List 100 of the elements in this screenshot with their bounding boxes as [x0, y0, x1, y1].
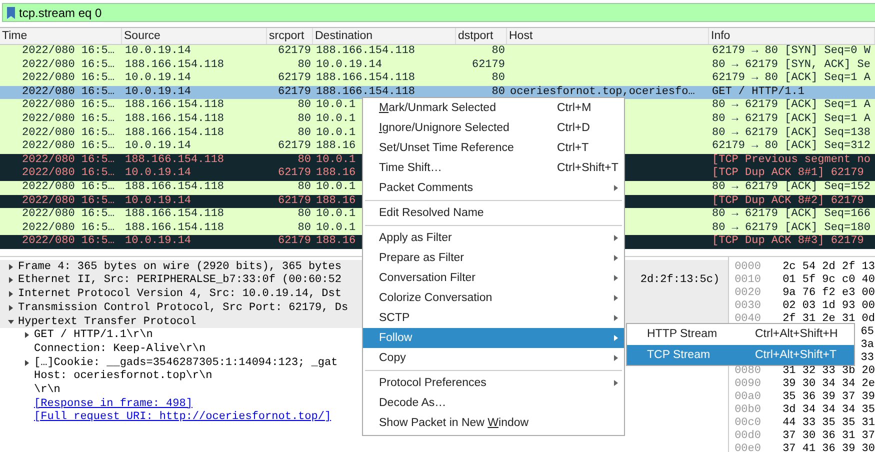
time-cell: 2022/080 16:5…	[22, 167, 114, 180]
port-cell: 62179	[278, 72, 311, 84]
time-cell: 2022/080 16:5…	[22, 140, 114, 152]
time-cell: 2022/080 16:5…	[22, 58, 114, 71]
time-cell: 2022/080 16:5…	[22, 154, 114, 166]
port-cell: 62179	[278, 167, 311, 180]
port-cell: 80	[298, 208, 311, 220]
time-cell: 2022/080 16:5…	[22, 126, 114, 139]
hex-bytes: 3d 34 34 34 35	[782, 404, 875, 417]
port-cell: 80	[298, 112, 311, 125]
time-cell: 2022/080 16:5…	[22, 112, 114, 125]
host-cell: oceriesfornot.top,oceriesfo…	[510, 86, 695, 98]
port-cell: 62179	[278, 140, 311, 152]
destination-cell: 10.0.1	[316, 99, 356, 112]
hex-offset: 00c0	[734, 416, 761, 429]
port-cell: 80	[298, 126, 311, 139]
port-cell: 62179	[278, 86, 311, 98]
hex-bytes: 02 03 1d 93 00	[782, 300, 875, 313]
port-cell: 80	[298, 58, 311, 71]
port-cell: 80	[492, 86, 505, 98]
time-cell: 2022/080 16:5…	[22, 86, 114, 98]
hex-offset: 0000	[734, 260, 761, 273]
info-cell: [TCP Dup ACK 8#1] 62179	[712, 167, 864, 180]
source-cell: 188.166.154.118	[125, 208, 224, 220]
source-cell: 188.166.154.118	[125, 180, 224, 193]
destination-cell: 10.0.1	[316, 154, 356, 166]
source-cell: 188.166.154.118	[125, 222, 224, 234]
source-cell: 10.0.19.14	[125, 235, 192, 248]
info-cell: 80 → 62179 [ACK] Seq=1 A	[712, 112, 870, 125]
detail-line: \r\n	[34, 384, 60, 396]
destination-cell: 188.166.154.118	[316, 86, 416, 98]
port-cell: 80	[492, 72, 505, 84]
hex-offset: 00a0	[734, 390, 761, 403]
time-cell: 2022/080 16:5…	[22, 222, 114, 234]
port-cell: 80	[298, 99, 311, 112]
hex-bytes: 39 30 34 34 2e	[782, 378, 875, 391]
destination-cell: 10.0.1	[316, 112, 356, 125]
hex-bytes: 2f 31 2e 31 0d	[782, 312, 875, 326]
info-cell: 80 → 62179 [ACK] Seq=138	[712, 126, 870, 139]
hex-offset: 00e0	[734, 442, 761, 452]
info-cell: 80 → 62179 [SYN, ACK] Se	[712, 58, 870, 71]
hex-offset: 0010	[734, 274, 761, 286]
destination-cell: 188.166.154.118	[316, 45, 416, 57]
hex-bytes: 9a 76 f2 e3 00	[782, 286, 875, 300]
source-cell: 10.0.19.14	[125, 167, 192, 180]
source-cell: 188.166.154.118	[125, 126, 224, 139]
source-cell: 10.0.19.14	[125, 72, 192, 84]
time-cell: 2022/080 16:5…	[22, 235, 114, 248]
hex-offset: 0090	[734, 378, 761, 390]
port-cell: 62179	[278, 235, 311, 248]
hex-bytes: 65	[860, 326, 875, 339]
destination-cell: 188.16	[316, 140, 356, 152]
time-cell: 2022/080 16:5…	[22, 72, 114, 84]
info-cell: 62179 → 80 [ACK] Seq=312	[712, 140, 870, 152]
hex-offset: 0080	[734, 364, 761, 377]
info-cell: GET / HTTP/1.1	[712, 86, 804, 98]
destination-cell: 10.0.1	[316, 126, 356, 139]
source-cell: 188.166.154.118	[125, 99, 224, 112]
info-cell: 80 → 62179 [ACK] Seq=1 A	[712, 99, 870, 112]
detail-line: GET / HTTP/1.1\r\n	[34, 329, 153, 342]
info-cell: [TCP Previous segment no	[712, 154, 870, 166]
hex-bytes: 37 41 36 39 30	[782, 442, 875, 452]
info-cell: 80 → 62179 [ACK] Seq=180	[712, 222, 870, 234]
destination-cell: 188.16	[316, 235, 356, 248]
source-cell: 188.166.154.118	[125, 154, 224, 166]
hex-bytes: 3a	[860, 338, 875, 352]
info-cell: 80 → 62179 [ACK] Seq=152	[712, 180, 870, 193]
destination-cell: 188.16	[316, 167, 356, 180]
info-cell: 62179 → 80 [ACK] Seq=1 A	[712, 72, 870, 84]
info-cell: [TCP Dup ACK 8#3] 62179	[712, 235, 864, 248]
time-cell: 2022/080 16:5…	[22, 208, 114, 220]
info-cell: [TCP Dup ACK 8#2] 62179	[712, 194, 864, 207]
port-cell: 62179	[278, 194, 311, 207]
source-cell: 10.0.19.14	[125, 194, 192, 207]
hex-offset: 00d0	[734, 430, 761, 442]
source-cell: 10.0.19.14	[125, 45, 192, 57]
hex-bytes: 2c 54 2d 2f 13	[782, 260, 875, 274]
hex-offset: 0040	[734, 312, 761, 325]
hex-offset: 00b0	[734, 404, 761, 416]
detail-line: 2d:2f:13:5c)	[640, 274, 721, 286]
time-cell: 2022/080 16:5…	[22, 180, 114, 193]
info-cell: 80 → 62179 [ACK] Seq=166	[712, 208, 870, 220]
hex-bytes: 35 36 39 37 39	[782, 390, 875, 404]
port-cell: 80	[298, 222, 311, 234]
destination-cell: 10.0.1	[316, 208, 356, 220]
hex-bytes: 37 30 36 31 37	[782, 430, 875, 443]
detail-line: […]Cookie: __gads=3546287305:1:14094:123; _gat	[34, 356, 338, 369]
source-cell: 10.0.19.14	[125, 140, 192, 152]
time-cell: 2022/080 16:5…	[22, 99, 114, 112]
destination-cell: 10.0.1	[316, 222, 356, 234]
destination-cell: 10.0.1	[316, 180, 356, 193]
port-cell: 80	[298, 180, 311, 193]
port-cell: 80	[492, 45, 505, 57]
source-cell: 10.0.19.14	[125, 86, 192, 98]
hex-bytes: 44 33 35 35 31	[782, 416, 875, 430]
detail-line: Host: oceriesfornot.top\r\n	[34, 370, 212, 382]
destination-cell: 188.166.154.118	[316, 72, 416, 84]
hex-bytes: 33	[860, 352, 875, 365]
time-cell: 2022/080 16:5…	[22, 194, 114, 207]
source-cell: 188.166.154.118	[125, 58, 224, 71]
